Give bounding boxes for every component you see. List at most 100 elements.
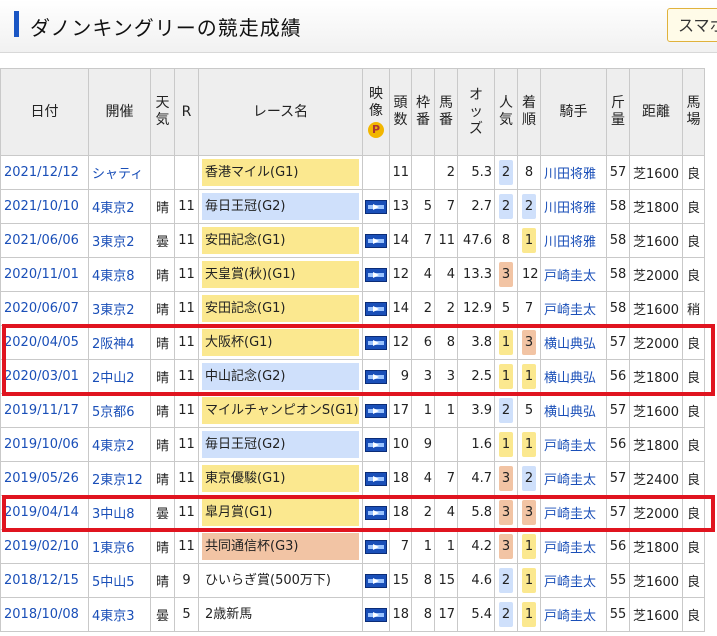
jockey-link[interactable]: 川田将雅 (540, 189, 607, 224)
race-date-link[interactable]: 2019/05/26 (0, 461, 89, 496)
col-heads[interactable]: 頭数 (389, 68, 412, 156)
video-icon[interactable] (365, 199, 387, 214)
venue-link[interactable]: 2中山2 (88, 359, 151, 394)
venue-link[interactable]: シャティ (88, 155, 151, 190)
venue-link[interactable]: 2阪神4 (88, 325, 151, 360)
race-name-link[interactable]: 大阪杯(G1) (202, 329, 359, 356)
venue-link[interactable]: 2東京12 (88, 461, 151, 496)
race-name-link[interactable]: 東京優駿(G1) (202, 465, 359, 492)
video-icon[interactable] (365, 471, 387, 486)
jockey-link[interactable]: 戸崎圭太 (540, 291, 607, 326)
col-ninki[interactable]: 人気 (494, 68, 518, 156)
race-date-link[interactable]: 2021/12/12 (0, 155, 89, 190)
video-icon[interactable] (365, 573, 387, 588)
video-cell[interactable] (362, 291, 390, 326)
jockey-link[interactable]: 川田将雅 (540, 223, 607, 258)
race-name-link[interactable]: 安田記念(G1) (202, 295, 359, 322)
video-icon[interactable] (365, 437, 387, 452)
video-cell[interactable] (362, 359, 390, 394)
video-cell[interactable] (362, 563, 390, 598)
video-icon[interactable] (365, 607, 387, 622)
video-cell[interactable] (362, 393, 390, 428)
jockey-link[interactable]: 横山典弘 (540, 393, 607, 428)
video-cell[interactable] (362, 325, 390, 360)
ninki: 8 (501, 233, 511, 248)
race-date-link[interactable]: 2019/02/10 (0, 529, 89, 564)
video-icon[interactable] (365, 267, 387, 282)
col-race-number[interactable]: R (174, 68, 199, 156)
video-icon[interactable] (365, 505, 387, 520)
race-name-link[interactable]: 中山記念(G2) (202, 363, 359, 390)
col-race-name[interactable]: レース名 (198, 68, 363, 156)
race-date-link[interactable]: 2019/11/17 (0, 393, 89, 428)
col-odds[interactable]: オッズ (457, 68, 495, 156)
race-name-link[interactable]: 共同通信杯(G3) (202, 533, 359, 560)
venue-link[interactable]: 3中山8 (88, 495, 151, 530)
video-cell[interactable] (362, 223, 390, 258)
col-jockey[interactable]: 騎手 (540, 68, 607, 156)
video-icon[interactable] (365, 539, 387, 554)
col-date[interactable]: 日付 (0, 68, 89, 156)
race-date-link[interactable]: 2018/12/15 (0, 563, 89, 598)
race-name-link[interactable]: 皐月賞(G1) (202, 499, 359, 526)
col-distance[interactable]: 距離 (629, 68, 683, 156)
race-date-link[interactable]: 2020/06/07 (0, 291, 89, 326)
jockey-link[interactable]: 戸崎圭太 (540, 257, 607, 292)
race-name-link[interactable]: ひいらぎ賞(500万下) (202, 567, 359, 594)
venue-link[interactable]: 3東京2 (88, 291, 151, 326)
race-name-link[interactable]: 毎日王冠(G2) (202, 431, 359, 458)
video-cell[interactable] (362, 189, 390, 224)
video-icon[interactable] (365, 403, 387, 418)
jockey-link[interactable]: 川田将雅 (540, 155, 607, 190)
race-name-link[interactable]: 香港マイル(G1) (202, 159, 359, 186)
race-date-link[interactable]: 2018/10/08 (0, 597, 89, 632)
venue-link[interactable]: 4東京2 (88, 427, 151, 462)
smartphone-button[interactable]: スマホ (667, 8, 717, 42)
col-baba[interactable]: 馬場 (682, 68, 705, 156)
video-icon[interactable] (365, 335, 387, 350)
col-waku[interactable]: 枠番 (411, 68, 435, 156)
jockey-link[interactable]: 戸崎圭太 (540, 529, 607, 564)
venue-link[interactable]: 4東京3 (88, 597, 151, 632)
venue-link[interactable]: 5中山5 (88, 563, 151, 598)
jockey-link[interactable]: 横山典弘 (540, 359, 607, 394)
col-kinryo[interactable]: 斤量 (606, 68, 630, 156)
race-name-link[interactable]: 2歳新馬 (202, 601, 359, 628)
race-name-link[interactable]: 安田記念(G1) (202, 227, 359, 254)
race-date-link[interactable]: 2021/10/10 (0, 189, 89, 224)
video-cell[interactable] (362, 529, 390, 564)
race-date-link[interactable]: 2019/04/14 (0, 495, 89, 530)
race-name-link[interactable]: 毎日王冠(G2) (202, 193, 359, 220)
jockey-link[interactable]: 戸崎圭太 (540, 563, 607, 598)
col-weather[interactable]: 天気 (150, 68, 175, 156)
video-cell[interactable] (362, 495, 390, 530)
race-date-link[interactable]: 2020/04/05 (0, 325, 89, 360)
race-name-link[interactable]: 天皇賞(秋)(G1) (202, 261, 359, 288)
race-date-link[interactable]: 2019/10/06 (0, 427, 89, 462)
video-cell[interactable] (362, 155, 390, 190)
jockey-link[interactable]: 戸崎圭太 (540, 495, 607, 530)
video-cell[interactable] (362, 257, 390, 292)
video-icon[interactable] (365, 369, 387, 384)
col-venue[interactable]: 開催 (88, 68, 151, 156)
venue-link[interactable]: 1東京6 (88, 529, 151, 564)
video-cell[interactable] (362, 597, 390, 632)
race-date-link[interactable]: 2021/06/06 (0, 223, 89, 258)
jockey-link[interactable]: 戸崎圭太 (540, 427, 607, 462)
video-cell[interactable] (362, 461, 390, 496)
venue-link[interactable]: 5京都6 (88, 393, 151, 428)
jockey-link[interactable]: 横山典弘 (540, 325, 607, 360)
venue-link[interactable]: 4東京8 (88, 257, 151, 292)
video-cell[interactable] (362, 427, 390, 462)
race-name-link[interactable]: マイルチャンピオンS(G1) (202, 397, 359, 424)
video-icon[interactable] (365, 233, 387, 248)
video-icon[interactable] (365, 301, 387, 316)
race-date-link[interactable]: 2020/11/01 (0, 257, 89, 292)
venue-link[interactable]: 3東京2 (88, 223, 151, 258)
race-date-link[interactable]: 2020/03/01 (0, 359, 89, 394)
jockey-link[interactable]: 戸崎圭太 (540, 597, 607, 632)
venue-link[interactable]: 4東京2 (88, 189, 151, 224)
col-umaban[interactable]: 馬番 (434, 68, 458, 156)
jockey-link[interactable]: 戸崎圭太 (540, 461, 607, 496)
col-chakujun[interactable]: 着順 (517, 68, 541, 156)
